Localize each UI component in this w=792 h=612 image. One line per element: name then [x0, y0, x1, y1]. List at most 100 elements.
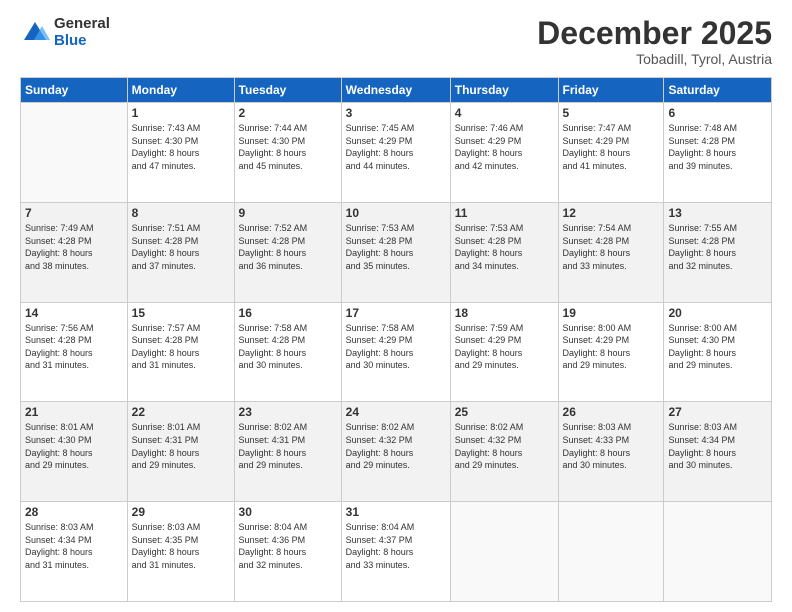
month-title: December 2025: [537, 16, 772, 51]
header-tuesday: Tuesday: [234, 78, 341, 103]
calendar-day-cell: 2 Sunrise: 7:44 AMSunset: 4:30 PMDaylight…: [234, 103, 341, 203]
calendar-day-cell: 21 Sunrise: 8:01 AMSunset: 4:30 PMDayligh…: [21, 402, 128, 502]
day-number: 3: [346, 106, 446, 120]
calendar-day-cell: 12 Sunrise: 7:54 AMSunset: 4:28 PMDayligh…: [558, 202, 664, 302]
day-number: 23: [239, 405, 337, 419]
day-info: Sunrise: 8:04 AMSunset: 4:36 PMDaylight:…: [239, 521, 337, 571]
header-saturday: Saturday: [664, 78, 772, 103]
day-number: 14: [25, 306, 123, 320]
day-number: 31: [346, 505, 446, 519]
day-number: 13: [668, 206, 767, 220]
day-number: 8: [132, 206, 230, 220]
day-info: Sunrise: 8:01 AMSunset: 4:30 PMDaylight:…: [25, 421, 123, 471]
day-info: Sunrise: 8:02 AMSunset: 4:31 PMDaylight:…: [239, 421, 337, 471]
calendar-day-cell: 31 Sunrise: 8:04 AMSunset: 4:37 PMDayligh…: [341, 502, 450, 602]
day-info: Sunrise: 7:48 AMSunset: 4:28 PMDaylight:…: [668, 122, 767, 172]
title-block: December 2025 Tobadill, Tyrol, Austria: [537, 16, 772, 67]
day-info: Sunrise: 7:43 AMSunset: 4:30 PMDaylight:…: [132, 122, 230, 172]
header: General Blue December 2025 Tobadill, Tyr…: [20, 16, 772, 67]
logo-general: General: [54, 16, 110, 33]
calendar-day-cell: 23 Sunrise: 8:02 AMSunset: 4:31 PMDayligh…: [234, 402, 341, 502]
logo-icon: [20, 18, 50, 48]
day-number: 25: [455, 405, 554, 419]
day-info: Sunrise: 7:58 AMSunset: 4:28 PMDaylight:…: [239, 322, 337, 372]
day-info: Sunrise: 7:53 AMSunset: 4:28 PMDaylight:…: [346, 222, 446, 272]
day-info: Sunrise: 8:03 AMSunset: 4:34 PMDaylight:…: [668, 421, 767, 471]
day-info: Sunrise: 7:47 AMSunset: 4:29 PMDaylight:…: [563, 122, 660, 172]
calendar-day-cell: 30 Sunrise: 8:04 AMSunset: 4:36 PMDayligh…: [234, 502, 341, 602]
calendar-day-cell: 20Sunrise: 8:00 AMSunset: 4:30 PMDayligh…: [664, 302, 772, 402]
day-number: 20: [668, 306, 767, 320]
day-number: 16: [239, 306, 337, 320]
day-number: 30: [239, 505, 337, 519]
day-number: 9: [239, 206, 337, 220]
calendar-table: Sunday Monday Tuesday Wednesday Thursday…: [20, 77, 772, 602]
day-info: Sunrise: 7:52 AMSunset: 4:28 PMDaylight:…: [239, 222, 337, 272]
calendar-day-cell: 3Sunrise: 7:45 AMSunset: 4:29 PMDaylight…: [341, 103, 450, 203]
day-number: 11: [455, 206, 554, 220]
day-number: 27: [668, 405, 767, 419]
header-sunday: Sunday: [21, 78, 128, 103]
calendar-day-cell: 14 Sunrise: 7:56 AMSunset: 4:28 PMDayligh…: [21, 302, 128, 402]
day-number: 19: [563, 306, 660, 320]
day-info: Sunrise: 8:03 AMSunset: 4:35 PMDaylight:…: [132, 521, 230, 571]
day-info: Sunrise: 8:02 AMSunset: 4:32 PMDaylight:…: [346, 421, 446, 471]
day-info: Sunrise: 7:54 AMSunset: 4:28 PMDaylight:…: [563, 222, 660, 272]
calendar-day-cell: [21, 103, 128, 203]
calendar-day-cell: 13 Sunrise: 7:55 AMSunset: 4:28 PMDayligh…: [664, 202, 772, 302]
day-info: Sunrise: 8:01 AMSunset: 4:31 PMDaylight:…: [132, 421, 230, 471]
day-info: Sunrise: 7:49 AMSunset: 4:28 PMDaylight:…: [25, 222, 123, 272]
calendar-day-cell: 4 Sunrise: 7:46 AMSunset: 4:29 PMDaylight…: [450, 103, 558, 203]
day-info: Sunrise: 7:46 AMSunset: 4:29 PMDaylight:…: [455, 122, 554, 172]
logo: General Blue: [20, 16, 110, 49]
calendar-week-row: 28 Sunrise: 8:03 AMSunset: 4:34 PMDayligh…: [21, 502, 772, 602]
day-info: Sunrise: 8:03 AMSunset: 4:33 PMDaylight:…: [563, 421, 660, 471]
day-number: 17: [346, 306, 446, 320]
day-number: 2: [239, 106, 337, 120]
calendar-day-cell: 16 Sunrise: 7:58 AMSunset: 4:28 PMDayligh…: [234, 302, 341, 402]
day-info: Sunrise: 8:00 AMSunset: 4:29 PMDaylight:…: [563, 322, 660, 372]
header-wednesday: Wednesday: [341, 78, 450, 103]
calendar-day-cell: [664, 502, 772, 602]
day-number: 1: [132, 106, 230, 120]
day-info: Sunrise: 7:59 AMSunset: 4:29 PMDaylight:…: [455, 322, 554, 372]
day-number: 4: [455, 106, 554, 120]
day-number: 15: [132, 306, 230, 320]
calendar-day-cell: 27 Sunrise: 8:03 AMSunset: 4:34 PMDayligh…: [664, 402, 772, 502]
calendar-week-row: 1 Sunrise: 7:43 AMSunset: 4:30 PMDaylight…: [21, 103, 772, 203]
calendar-day-cell: 19 Sunrise: 8:00 AMSunset: 4:29 PMDayligh…: [558, 302, 664, 402]
calendar-day-cell: 5Sunrise: 7:47 AMSunset: 4:29 PMDaylight…: [558, 103, 664, 203]
calendar-day-cell: 22 Sunrise: 8:01 AMSunset: 4:31 PMDayligh…: [127, 402, 234, 502]
day-number: 18: [455, 306, 554, 320]
calendar-day-cell: [450, 502, 558, 602]
calendar-week-row: 7 Sunrise: 7:49 AMSunset: 4:28 PMDaylight…: [21, 202, 772, 302]
day-number: 7: [25, 206, 123, 220]
day-number: 28: [25, 505, 123, 519]
header-monday: Monday: [127, 78, 234, 103]
day-info: Sunrise: 7:53 AMSunset: 4:28 PMDaylight:…: [455, 222, 554, 272]
day-number: 12: [563, 206, 660, 220]
calendar-day-cell: 25 Sunrise: 8:02 AMSunset: 4:32 PMDayligh…: [450, 402, 558, 502]
calendar-day-cell: 18 Sunrise: 7:59 AMSunset: 4:29 PMDayligh…: [450, 302, 558, 402]
day-number: 22: [132, 405, 230, 419]
calendar-week-row: 14 Sunrise: 7:56 AMSunset: 4:28 PMDayligh…: [21, 302, 772, 402]
day-info: Sunrise: 8:02 AMSunset: 4:32 PMDaylight:…: [455, 421, 554, 471]
day-info: Sunrise: 8:03 AMSunset: 4:34 PMDaylight:…: [25, 521, 123, 571]
day-number: 10: [346, 206, 446, 220]
day-info: Sunrise: 8:04 AMSunset: 4:37 PMDaylight:…: [346, 521, 446, 571]
calendar-day-cell: 9 Sunrise: 7:52 AMSunset: 4:28 PMDaylight…: [234, 202, 341, 302]
calendar-day-cell: 15 Sunrise: 7:57 AMSunset: 4:28 PMDayligh…: [127, 302, 234, 402]
day-info: Sunrise: 7:55 AMSunset: 4:28 PMDaylight:…: [668, 222, 767, 272]
calendar-day-cell: 17Sunrise: 7:58 AMSunset: 4:29 PMDayligh…: [341, 302, 450, 402]
calendar-page: General Blue December 2025 Tobadill, Tyr…: [0, 0, 792, 612]
day-info: Sunrise: 7:57 AMSunset: 4:28 PMDaylight:…: [132, 322, 230, 372]
calendar-header-row: Sunday Monday Tuesday Wednesday Thursday…: [21, 78, 772, 103]
day-number: 21: [25, 405, 123, 419]
calendar-day-cell: 28 Sunrise: 8:03 AMSunset: 4:34 PMDayligh…: [21, 502, 128, 602]
calendar-day-cell: 8Sunrise: 7:51 AMSunset: 4:28 PMDaylight…: [127, 202, 234, 302]
calendar-day-cell: 1 Sunrise: 7:43 AMSunset: 4:30 PMDaylight…: [127, 103, 234, 203]
day-info: Sunrise: 7:44 AMSunset: 4:30 PMDaylight:…: [239, 122, 337, 172]
logo-blue: Blue: [54, 33, 110, 50]
day-info: Sunrise: 7:56 AMSunset: 4:28 PMDaylight:…: [25, 322, 123, 372]
header-friday: Friday: [558, 78, 664, 103]
